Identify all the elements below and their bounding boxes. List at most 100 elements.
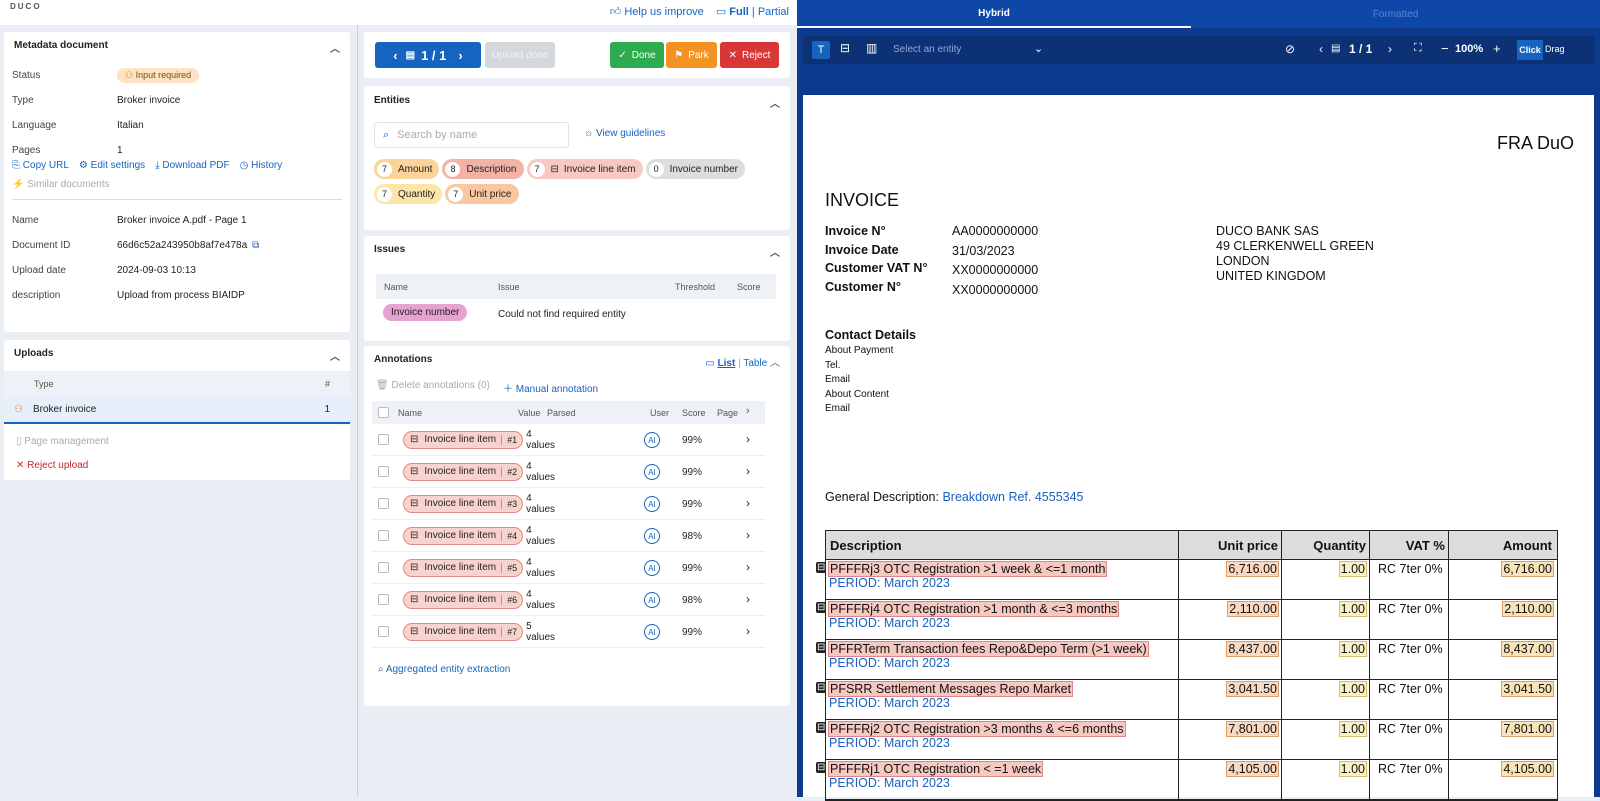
- annotation-row[interactable]: ⊟ Invoice line item #1 4 values AI 99% ›: [372, 424, 765, 456]
- line-item-marker-icon[interactable]: ⊟: [816, 562, 827, 573]
- annotation-checkbox[interactable]: [378, 466, 389, 477]
- view-guidelines-link[interactable]: ☼ View guidelines: [584, 128, 665, 139]
- reject-upload-link[interactable]: ✕ Reject upload: [16, 460, 350, 471]
- chevron-up-icon[interactable]: ︿: [330, 40, 340, 55]
- line-quantity[interactable]: 1.00: [1338, 721, 1367, 737]
- annotation-entity-pill[interactable]: ⊟ Invoice line item #2: [403, 462, 524, 481]
- chevron-right-icon[interactable]: ›: [746, 560, 750, 574]
- next-page-icon[interactable]: ›: [1388, 42, 1392, 56]
- entities-header[interactable]: Entities ︿: [364, 86, 790, 118]
- copy-id-icon[interactable]: ⧉: [252, 240, 259, 251]
- line-quantity[interactable]: 1.00: [1338, 761, 1367, 777]
- line-item-tool-icon[interactable]: ⊟: [840, 41, 850, 55]
- layout-icon[interactable]: ▥: [866, 41, 877, 55]
- text-select-icon[interactable]: T: [812, 41, 830, 59]
- annotation-entity-pill[interactable]: ⊟ Invoice line item #4: [403, 526, 524, 545]
- chevron-up-icon[interactable]: ︿: [330, 348, 340, 363]
- invoice-line[interactable]: ⊟ PFFRTerm Transaction fees Repo&Depo Ter…: [816, 640, 1557, 680]
- line-period[interactable]: PERIOD: March 2023: [829, 776, 950, 790]
- tab-hybrid[interactable]: Hybrid: [797, 0, 1191, 28]
- line-description[interactable]: PFSRR Settlement Messages Repo Market: [828, 681, 1074, 697]
- line-unit-price[interactable]: 7,801.00: [1226, 721, 1279, 737]
- invoice-date-value[interactable]: 31/03/2023: [952, 244, 1015, 258]
- issue-entity-badge[interactable]: Invoice number: [383, 304, 468, 321]
- invoice-line[interactable]: ⊟ PFFFRj2 OTC Registration >3 months & <=…: [816, 720, 1557, 760]
- upload-row[interactable]: ⚇ Broker invoice 1: [4, 396, 350, 424]
- prev-page-icon[interactable]: ‹: [393, 48, 397, 63]
- line-amount[interactable]: 3,041.50: [1501, 681, 1554, 697]
- line-period[interactable]: PERIOD: March 2023: [829, 616, 950, 630]
- done-button[interactable]: ✓ Done: [610, 42, 664, 68]
- annotation-row[interactable]: ⊟ Invoice line item #3 4 values AI 99% ›: [372, 488, 765, 520]
- fullscreen-icon[interactable]: ⛶: [1414, 42, 1422, 55]
- entity-search-input[interactable]: ⌕ Search by name: [374, 122, 569, 148]
- entity-chip-invoice-line-item[interactable]: 7 ⊟ Invoice line item: [526, 159, 643, 179]
- chevron-right-icon[interactable]: ›: [746, 496, 750, 510]
- zoom-out-icon[interactable]: −: [1441, 41, 1449, 56]
- line-period[interactable]: PERIOD: March 2023: [829, 576, 950, 590]
- annotation-checkbox[interactable]: [378, 434, 389, 445]
- annotation-checkbox[interactable]: [378, 530, 389, 541]
- customer-number-value[interactable]: XX0000000000: [952, 283, 1038, 297]
- line-unit-price[interactable]: 3,041.50: [1226, 681, 1279, 697]
- line-amount[interactable]: 6,716.00: [1501, 561, 1554, 577]
- help-us-improve-link[interactable]: 👍︎ Help us improve: [610, 5, 704, 18]
- chevron-up-icon[interactable]: ︿: [770, 244, 780, 259]
- invoice-line[interactable]: ⊟ PFSRR Settlement Messages Repo Market PE…: [816, 680, 1557, 720]
- invoice-line[interactable]: ⊟ PFFFRj1 OTC Registration < =1 week PERIO…: [816, 760, 1557, 800]
- line-unit-price[interactable]: 2,110.00: [1227, 601, 1279, 617]
- annotation-entity-pill[interactable]: ⊟ Invoice line item #5: [403, 558, 524, 577]
- line-unit-price[interactable]: 8,437.00: [1226, 641, 1279, 657]
- line-item-marker-icon[interactable]: ⊟: [816, 722, 827, 733]
- entity-chip-description[interactable]: 8 Description: [442, 159, 524, 179]
- entity-chip-invoice-number[interactable]: 0 Invoice number: [645, 159, 745, 179]
- list-view-button[interactable]: List: [718, 358, 736, 369]
- table-view-button[interactable]: Table: [743, 358, 767, 369]
- click-mode-button[interactable]: Click: [1517, 40, 1543, 60]
- manual-annotation-button[interactable]: ＋ Manual annotation: [503, 380, 598, 395]
- tab-formatted[interactable]: Formatted: [1191, 0, 1600, 28]
- invoice-number-value[interactable]: AA0000000000: [952, 224, 1038, 238]
- chevron-down-icon[interactable]: ⌄: [1034, 42, 1043, 55]
- annotation-row[interactable]: ⊟ Invoice line item #6 4 values AI 98% ›: [372, 584, 765, 616]
- download-pdf-link[interactable]: ⤓ Download PDF: [155, 160, 229, 171]
- line-description[interactable]: PFFRTerm Transaction fees Repo&Depo Term…: [828, 641, 1149, 657]
- history-link[interactable]: ◷ History: [240, 160, 283, 171]
- partial-mode-button[interactable]: Partial: [758, 6, 789, 18]
- annotation-checkbox[interactable]: [378, 498, 389, 509]
- chevron-right-icon[interactable]: ›: [746, 624, 750, 638]
- annotation-entity-pill[interactable]: ⊟ Invoice line item #3: [403, 494, 524, 513]
- invoice-line[interactable]: ⊟ PFFFRj4 OTC Registration >1 month & <=3…: [816, 600, 1557, 640]
- chevron-right-icon[interactable]: ›: [746, 528, 750, 542]
- line-quantity[interactable]: 1.00: [1338, 681, 1367, 697]
- line-amount[interactable]: 4,105.00: [1501, 761, 1554, 777]
- entity-chip-amount[interactable]: 7 Amount: [374, 159, 440, 179]
- full-mode-button[interactable]: Full: [729, 6, 749, 18]
- prev-page-icon[interactable]: ‹: [1319, 42, 1323, 56]
- annotation-checkbox[interactable]: [378, 626, 389, 637]
- line-amount[interactable]: 8,437.00: [1501, 641, 1554, 657]
- line-period[interactable]: PERIOD: March 2023: [829, 656, 950, 670]
- reject-button[interactable]: ✕ Reject: [720, 42, 779, 68]
- delete-annotations-button[interactable]: 🗑︎ Delete annotations (0): [376, 380, 490, 391]
- line-description[interactable]: PFFFRj1 OTC Registration < =1 week: [828, 761, 1044, 777]
- edit-settings-link[interactable]: ⚙ Edit settings: [79, 160, 145, 171]
- park-button[interactable]: ⚑ Park: [666, 42, 717, 68]
- line-quantity[interactable]: 1.00: [1338, 561, 1367, 577]
- line-description[interactable]: PFFFRj3 OTC Registration >1 week & <=1 m…: [828, 561, 1108, 577]
- entity-chip-unit-price[interactable]: 7 Unit price: [445, 184, 519, 204]
- select-all-checkbox[interactable]: [378, 407, 389, 418]
- line-period[interactable]: PERIOD: March 2023: [829, 736, 950, 750]
- annotation-row[interactable]: ⊟ Invoice line item #2 4 values AI 99% ›: [372, 456, 765, 488]
- invoice-line[interactable]: ⊟ PFFFRj3 OTC Registration >1 week & <=1 …: [816, 560, 1557, 600]
- line-item-marker-icon[interactable]: ⊟: [816, 762, 827, 773]
- line-amount[interactable]: 2,110.00: [1502, 601, 1554, 617]
- annotation-row[interactable]: ⊟ Invoice line item #4 4 values AI 98% ›: [372, 520, 765, 552]
- chevron-up-icon[interactable]: ︿: [770, 358, 780, 369]
- annotation-checkbox[interactable]: [378, 594, 389, 605]
- line-unit-price[interactable]: 4,105.00: [1226, 761, 1279, 777]
- issues-header[interactable]: Issues ︿: [364, 236, 790, 267]
- drag-mode-button[interactable]: Drag: [1545, 44, 1565, 54]
- upload-done-button[interactable]: Upload done: [485, 42, 555, 68]
- chevron-right-icon[interactable]: ›: [746, 432, 750, 446]
